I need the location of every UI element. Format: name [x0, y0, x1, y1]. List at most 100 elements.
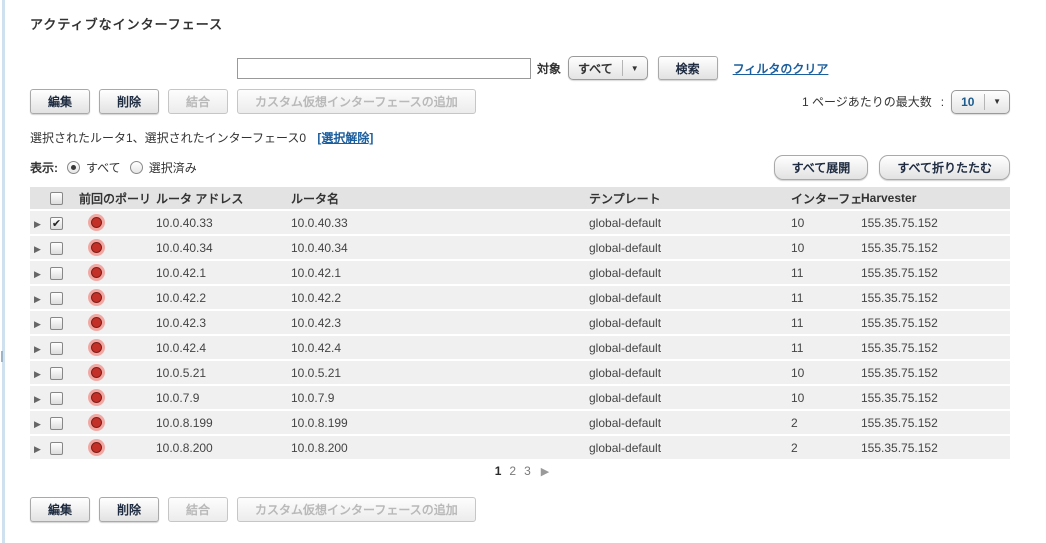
- search-input[interactable]: [237, 58, 531, 79]
- page-link-3[interactable]: 3: [524, 464, 531, 478]
- expand-row-icon[interactable]: ▶: [34, 444, 41, 454]
- display-filter-label: 表示:: [30, 159, 58, 176]
- pagination: 123 ▶: [30, 464, 1010, 480]
- router-address: 10.0.42.2: [156, 291, 291, 305]
- harvester-address: 155.35.75.152: [861, 441, 1010, 455]
- search-bar: 対象 すべて ▼ 検索 フィルタのクリア: [30, 55, 1010, 81]
- interface-count: 11: [791, 266, 861, 280]
- clear-selection-link[interactable]: [選択解除]: [317, 131, 373, 145]
- page-link-2[interactable]: 2: [509, 464, 516, 478]
- template-name: global-default: [589, 341, 791, 355]
- row-checkbox[interactable]: [50, 292, 63, 305]
- router-address: 10.0.42.4: [156, 341, 291, 355]
- harvester-address: 155.35.75.152: [861, 216, 1010, 230]
- selection-summary: 選択されたルータ1、選択されたインターフェース0: [30, 131, 306, 145]
- next-page-icon[interactable]: ▶: [541, 466, 549, 478]
- select-all-checkbox[interactable]: [50, 192, 63, 205]
- router-address: 10.0.40.33: [156, 216, 291, 230]
- add-custom-interface-button[interactable]: カスタム仮想インターフェースの追加: [237, 89, 476, 114]
- delete-button[interactable]: 削除: [99, 497, 159, 522]
- expand-row-icon[interactable]: ▶: [34, 219, 41, 229]
- template-name: global-default: [589, 266, 791, 280]
- status-icon: [88, 389, 105, 406]
- template-name: global-default: [589, 216, 791, 230]
- expand-row-icon[interactable]: ▶: [34, 319, 41, 329]
- expand-all-button[interactable]: すべて展開: [774, 155, 869, 180]
- status-icon: [88, 289, 105, 306]
- column-template: テンプレート: [589, 190, 791, 207]
- active-interfaces-panel: アクティブなインターフェース 対象 すべて ▼ 検索 フィルタのクリア 編集 削…: [30, 0, 1010, 522]
- status-icon: [88, 339, 105, 356]
- page-link-1[interactable]: 1: [495, 464, 502, 478]
- template-name: global-default: [589, 316, 791, 330]
- router-name: 10.0.7.9: [291, 391, 589, 405]
- page-size-value: 10: [952, 95, 984, 109]
- radio-show-all[interactable]: [67, 161, 80, 174]
- template-name: global-default: [589, 391, 791, 405]
- row-checkbox[interactable]: [50, 392, 63, 405]
- interface-count: 2: [791, 416, 861, 430]
- edit-button[interactable]: 編集: [30, 497, 90, 522]
- merge-button[interactable]: 結合: [168, 89, 228, 114]
- router-address: 10.0.5.21: [156, 366, 291, 380]
- harvester-address: 155.35.75.152: [861, 416, 1010, 430]
- collapse-all-button[interactable]: すべて折りたたむ: [879, 155, 1010, 180]
- clear-filter-link[interactable]: フィルタのクリア: [733, 60, 829, 77]
- expand-row-icon[interactable]: ▶: [34, 269, 41, 279]
- merge-button[interactable]: 結合: [168, 497, 228, 522]
- table-row: ▶ 10.0.40.34 10.0.40.34 global-default 1…: [30, 236, 1010, 259]
- expand-row-icon[interactable]: ▶: [34, 294, 41, 304]
- expand-row-icon[interactable]: ▶: [34, 244, 41, 254]
- router-name: 10.0.42.3: [291, 316, 589, 330]
- row-checkbox[interactable]: [50, 367, 63, 380]
- column-router-address: ルータ アドレス: [156, 190, 291, 207]
- harvester-address: 155.35.75.152: [861, 266, 1010, 280]
- router-address: 10.0.8.200: [156, 441, 291, 455]
- row-checkbox[interactable]: [50, 317, 63, 330]
- panel-splitter[interactable]: [2, 0, 5, 543]
- status-icon: [88, 239, 105, 256]
- expand-row-icon[interactable]: ▶: [34, 369, 41, 379]
- router-address: 10.0.42.3: [156, 316, 291, 330]
- display-filter-row: 表示: すべて 選択済み すべて展開 すべて折りたたむ: [30, 154, 1010, 180]
- splitter-handle-icon[interactable]: [1, 351, 3, 362]
- search-scope-dropdown[interactable]: すべて ▼: [568, 56, 648, 80]
- interface-count: 11: [791, 291, 861, 305]
- router-name: 10.0.42.4: [291, 341, 589, 355]
- table-body: ▶ ✔ 10.0.40.33 10.0.40.33 global-default…: [30, 211, 1010, 459]
- table-row: ▶ 10.0.8.200 10.0.8.200 global-default 2…: [30, 436, 1010, 459]
- status-icon: [88, 364, 105, 381]
- expand-row-icon[interactable]: ▶: [34, 394, 41, 404]
- row-checkbox[interactable]: [50, 342, 63, 355]
- expand-row-icon[interactable]: ▶: [34, 419, 41, 429]
- table-row: ▶ 10.0.8.199 10.0.8.199 global-default 2…: [30, 411, 1010, 434]
- search-button[interactable]: 検索: [658, 56, 718, 80]
- template-name: global-default: [589, 441, 791, 455]
- status-icon: [88, 414, 105, 431]
- add-custom-interface-button[interactable]: カスタム仮想インターフェースの追加: [237, 497, 476, 522]
- column-last-poll: 前回のポーリ: [79, 190, 156, 207]
- template-name: global-default: [589, 416, 791, 430]
- router-name: 10.0.42.1: [291, 266, 589, 280]
- harvester-address: 155.35.75.152: [861, 291, 1010, 305]
- edit-button[interactable]: 編集: [30, 89, 90, 114]
- expand-row-icon[interactable]: ▶: [34, 344, 41, 354]
- interface-count: 10: [791, 241, 861, 255]
- row-checkbox[interactable]: [50, 242, 63, 255]
- table-row: ▶ ✔ 10.0.40.33 10.0.40.33 global-default…: [30, 211, 1010, 234]
- router-address: 10.0.7.9: [156, 391, 291, 405]
- row-checkbox[interactable]: ✔: [50, 217, 63, 230]
- delete-button[interactable]: 削除: [99, 89, 159, 114]
- row-checkbox[interactable]: [50, 442, 63, 455]
- harvester-address: 155.35.75.152: [861, 241, 1010, 255]
- row-checkbox[interactable]: [50, 417, 63, 430]
- interface-count: 10: [791, 366, 861, 380]
- chevron-down-icon: ▼: [623, 64, 647, 73]
- radio-show-selected[interactable]: [130, 161, 143, 174]
- page-size-dropdown[interactable]: 10 ▼: [951, 90, 1010, 114]
- template-name: global-default: [589, 241, 791, 255]
- interface-count: 11: [791, 341, 861, 355]
- row-checkbox[interactable]: [50, 267, 63, 280]
- search-target-label: 対象: [537, 60, 561, 77]
- router-name: 10.0.8.200: [291, 441, 589, 455]
